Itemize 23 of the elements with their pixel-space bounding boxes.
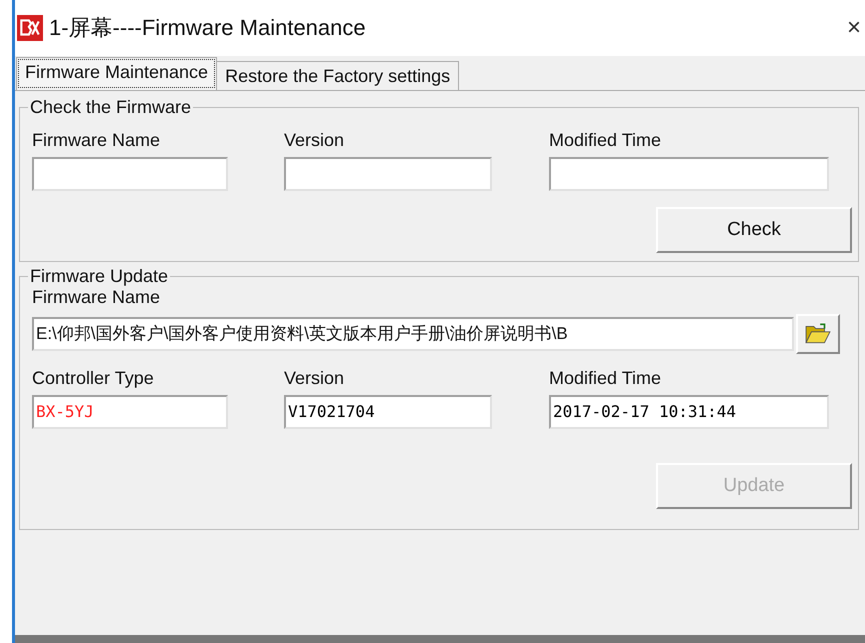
close-icon[interactable]: × [846, 14, 861, 42]
field-label: Firmware Name [32, 130, 162, 151]
group-title: Firmware Update [29, 266, 170, 287]
input-field[interactable]: V17021704 [284, 395, 492, 429]
input-field[interactable] [284, 157, 492, 191]
field-label: Version [284, 368, 346, 389]
input-field[interactable]: BX-5YJ [32, 395, 228, 429]
field-label: Firmware Name [32, 287, 160, 307]
input-field[interactable]: 2017-02-17 10:31:44 [549, 395, 829, 429]
browse-button[interactable] [796, 314, 840, 354]
field-label: Controller Type [32, 368, 155, 389]
group-title: Check the Firmware [29, 97, 192, 118]
field-label: Modified Time [549, 368, 662, 389]
input-field[interactable] [32, 157, 228, 191]
tab[interactable]: Firmware Maintenance [16, 57, 218, 90]
field-label: Modified Time [549, 130, 662, 151]
file-path-field[interactable]: E:\仰邦\国外客户\国外客户使用资料\英文版本用户手册\油价屏说明书\B [32, 317, 794, 351]
check-button[interactable]: Check [656, 207, 852, 253]
field-label: Version [284, 130, 346, 151]
input-field[interactable] [549, 157, 829, 191]
folder-icon [805, 323, 831, 345]
window-title: 1-屏幕----Firmware Maintenance [49, 14, 367, 42]
tab[interactable]: Restore the Factory settings [216, 61, 460, 90]
